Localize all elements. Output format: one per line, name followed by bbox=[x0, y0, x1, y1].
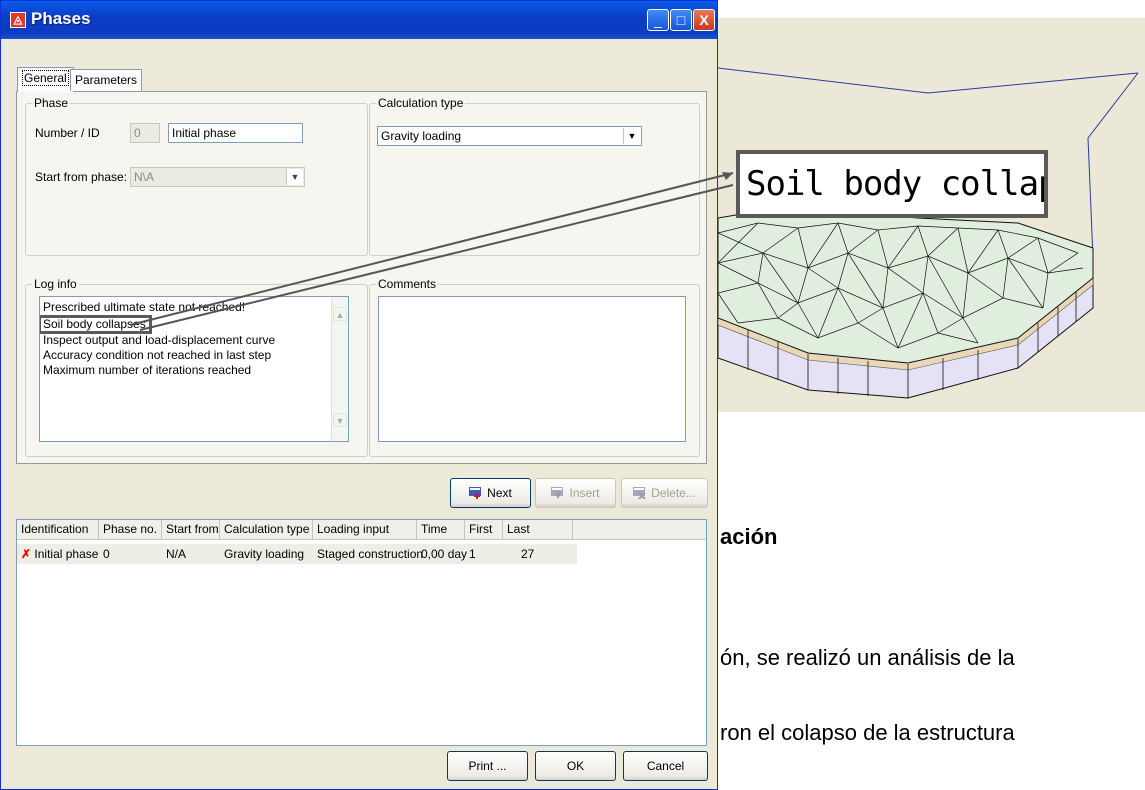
cell-start-from: N/A bbox=[166, 547, 187, 561]
tab-general[interactable]: General bbox=[17, 67, 74, 92]
cancel-button[interactable]: Cancel bbox=[623, 751, 708, 781]
column-header-calculation-type[interactable]: Calculation type bbox=[220, 520, 313, 540]
document-text-line: ron el colapso de la estructura bbox=[720, 720, 1015, 745]
ok-button[interactable]: OK bbox=[535, 751, 616, 781]
delete-button-label: Delete... bbox=[651, 486, 696, 500]
chevron-down-icon[interactable]: ▼ bbox=[623, 128, 640, 144]
print-button[interactable]: Print ... bbox=[447, 751, 528, 781]
scroll-down-icon[interactable]: ▼ bbox=[333, 413, 347, 427]
title-bar[interactable]: ◬ Phases _ □ X bbox=[1, 1, 717, 39]
cell-identification: ✗ Initial phase bbox=[17, 544, 98, 564]
cell-time: 0,00 day bbox=[421, 547, 468, 561]
delete-button: Delete... bbox=[621, 478, 708, 508]
calculation-type-value: Gravity loading bbox=[381, 129, 462, 143]
phase-id-input[interactable]: Initial phase bbox=[168, 123, 303, 143]
log-line: Inspect output and load-displacement cur… bbox=[43, 333, 276, 347]
phase-number-field: 0 bbox=[130, 123, 160, 143]
next-phase-icon bbox=[469, 487, 482, 499]
calculation-type-select[interactable]: Gravity loading ▼ bbox=[377, 126, 642, 146]
tab-parameters[interactable]: Parameters bbox=[70, 69, 143, 91]
chevron-down-icon: ▼ bbox=[286, 169, 303, 185]
error-x-icon: ✗ bbox=[21, 547, 32, 561]
calculation-type-legend: Calculation type bbox=[378, 96, 464, 110]
next-button-label: Next bbox=[487, 486, 512, 500]
log-line: Maximum number of iterations reached bbox=[43, 363, 252, 377]
log-line: Prescribed ultimate state not reached! bbox=[43, 300, 246, 314]
log-line-highlighted: Soil body collapses bbox=[40, 315, 152, 334]
column-header-time[interactable]: Time bbox=[417, 520, 465, 540]
start-phase-value: N\A bbox=[134, 170, 155, 184]
log-scrollbar[interactable]: ▲ ▼ bbox=[331, 297, 348, 441]
next-button[interactable]: Next bbox=[450, 478, 531, 508]
document-text-line: ón, se realizó un análisis de la bbox=[720, 645, 1015, 670]
close-button[interactable]: X bbox=[693, 9, 715, 31]
number-id-label: Number / ID bbox=[35, 126, 100, 140]
insert-button-label: Insert bbox=[569, 486, 600, 500]
scroll-up-icon[interactable]: ▲ bbox=[333, 307, 347, 321]
cell-first: 1 bbox=[469, 547, 476, 561]
column-header-phase-no[interactable]: Phase no. bbox=[99, 520, 162, 540]
comments-legend: Comments bbox=[378, 277, 437, 291]
cell-calculation-type: Gravity loading bbox=[224, 547, 305, 561]
log-info-legend: Log info bbox=[34, 277, 77, 291]
comments-textarea[interactable] bbox=[378, 296, 686, 442]
dialog-title: Phases bbox=[31, 9, 91, 28]
column-header-identification[interactable]: Identification bbox=[17, 520, 99, 540]
tab-general-label: General bbox=[22, 70, 69, 86]
column-header-first[interactable]: First bbox=[465, 520, 503, 540]
maximize-button[interactable]: □ bbox=[670, 9, 692, 31]
column-header-start-from[interactable]: Start from bbox=[162, 520, 220, 540]
phase-group-legend: Phase bbox=[34, 96, 69, 110]
general-tab-panel: Phase Number / ID 0 Initial phase Start … bbox=[16, 91, 707, 464]
minimize-button[interactable]: _ bbox=[647, 9, 669, 31]
callout-label: Soil body collapses bbox=[736, 150, 1048, 218]
phases-dialog: ◬ Phases _ □ X Phase Number / ID 0 Initi… bbox=[0, 0, 718, 790]
log-line: Accuracy condition not reached in last s… bbox=[43, 348, 272, 362]
tab-parameters-label: Parameters bbox=[75, 73, 138, 87]
insert-button: Insert bbox=[535, 478, 616, 508]
cell-last: 27 bbox=[521, 547, 535, 561]
column-header-loading-input[interactable]: Loading input bbox=[313, 520, 417, 540]
log-info-list[interactable]: Prescribed ultimate state not reached! S… bbox=[39, 296, 349, 442]
cell-phase-no: 0 bbox=[103, 547, 110, 561]
insert-phase-icon bbox=[551, 487, 564, 499]
document-heading: ación bbox=[720, 524, 778, 549]
delete-phase-icon bbox=[633, 487, 646, 499]
column-header-empty bbox=[573, 520, 706, 540]
column-header-last[interactable]: Last bbox=[503, 520, 573, 540]
app-icon: ◬ bbox=[10, 12, 26, 28]
start-phase-select: N\A ▼ bbox=[130, 167, 305, 187]
identification-value: Initial phase bbox=[34, 547, 99, 561]
phase-table[interactable]: Identification Phase no. Start from Calc… bbox=[16, 519, 707, 746]
start-from-label: Start from phase: bbox=[35, 170, 128, 184]
calculation-type-group: Calculation type bbox=[369, 96, 700, 256]
cell-loading-input: Staged construction bbox=[317, 547, 424, 561]
